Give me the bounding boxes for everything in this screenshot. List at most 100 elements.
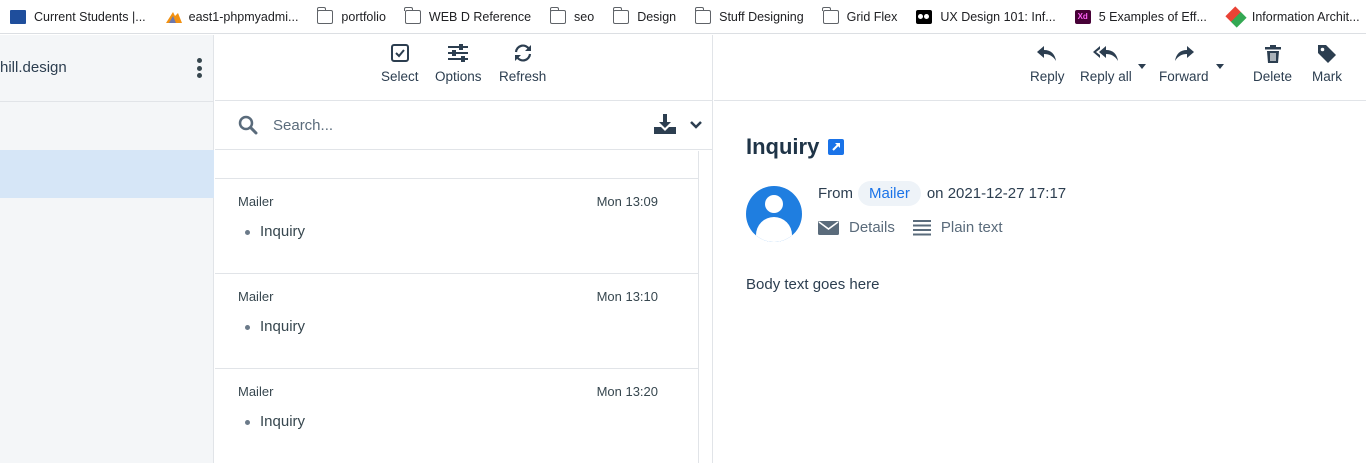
reply-all-label: Reply all: [1080, 69, 1132, 84]
message-time: Mon 13:20: [596, 384, 658, 399]
sender-name[interactable]: Mailer: [858, 181, 921, 206]
sidebar-item-selected[interactable]: [0, 150, 214, 198]
reply-icon: [1037, 46, 1057, 61]
bookmark-label: Design: [637, 9, 677, 24]
delete-label: Delete: [1253, 69, 1293, 84]
diamond-icon: [1225, 5, 1247, 28]
sender-avatar-icon: [746, 186, 802, 242]
bookmark-design[interactable]: Design: [612, 6, 677, 24]
forward-icon: [1174, 46, 1194, 61]
bookmark-phpmyadmin[interactable]: east1-phpmyadmi...: [165, 9, 299, 24]
bookmark-current-students[interactable]: Current Students |...: [10, 9, 146, 24]
message-subject: Inquiry: [260, 318, 306, 335]
bookmark-label: Grid Flex: [846, 9, 898, 24]
folder-icon: [694, 6, 712, 24]
message-list-panel: Select Options Refresh Mailer Mon 13:09 …: [215, 35, 713, 463]
bookmark-information-architecture[interactable]: Information Archit...: [1225, 5, 1360, 28]
checkbox-icon: [390, 44, 409, 62]
xd-icon: Xd: [1074, 9, 1091, 24]
kebab-menu-icon[interactable]: [196, 58, 202, 78]
bookmark-web-d-reference[interactable]: WEB D Reference: [404, 6, 531, 24]
bookmarks-bar: Current Students |... east1-phpmyadmi...…: [0, 0, 1366, 34]
chevron-down-icon[interactable]: [689, 120, 703, 130]
message-item[interactable]: Mailer Mon 13:20 Inquiry: [215, 369, 699, 463]
email-date: on 2021-12-27 17:17: [926, 185, 1067, 202]
divider: [0, 101, 214, 102]
message-time: Mon 13:09: [596, 194, 658, 209]
reply-all-icon: [1092, 46, 1118, 61]
select-button[interactable]: Select: [381, 43, 419, 84]
search-icon: [238, 115, 258, 135]
bookmark-ux-design-101[interactable]: UX Design 101: Inf...: [916, 9, 1056, 24]
reading-pane: Reply Reply all Forward Delete Mark Inqu…: [714, 35, 1366, 463]
search-bar: [215, 101, 713, 150]
message-list: Mailer Mon 13:09 Inquiry Mailer Mon 13:1…: [215, 151, 699, 463]
options-label: Options: [435, 69, 482, 84]
folder-icon: [612, 6, 630, 24]
message-time: Mon 13:10: [596, 289, 658, 304]
bookmark-5-examples[interactable]: Xd 5 Examples of Eff...: [1074, 9, 1207, 24]
tag-icon: [1318, 45, 1336, 63]
plain-text-link[interactable]: Plain text: [912, 218, 1003, 236]
email-header-actions: Details Plain text: [818, 218, 1021, 236]
delete-button[interactable]: Delete: [1253, 44, 1292, 84]
bullet-icon: [245, 325, 250, 330]
trash-icon: [1264, 45, 1281, 63]
bookmark-label: east1-phpmyadmi...: [188, 9, 299, 24]
mark-button[interactable]: Mark: [1312, 44, 1342, 84]
bookmark-grid-flex[interactable]: Grid Flex: [822, 6, 898, 24]
details-link[interactable]: Details: [818, 219, 895, 236]
text-lines-icon: [912, 220, 931, 236]
external-link-icon[interactable]: [828, 139, 845, 155]
bookmark-label: Stuff Designing: [719, 9, 804, 24]
message-from: Mailer: [238, 384, 274, 399]
refresh-button[interactable]: Refresh: [499, 43, 546, 84]
email-body: Body text goes here: [746, 276, 880, 293]
bookmark-label: UX Design 101: Inf...: [940, 9, 1056, 24]
message-from: Mailer: [238, 194, 274, 209]
email-subject-line: Inquiry: [746, 134, 845, 160]
from-prefix: From: [818, 185, 853, 202]
message-item[interactable]: Mailer Mon 13:10 Inquiry: [215, 274, 699, 369]
bullet-icon: [245, 230, 250, 235]
select-label: Select: [381, 69, 419, 84]
bookmark-label: portfolio: [341, 9, 386, 24]
message-subject: Inquiry: [260, 413, 306, 430]
details-label: Details: [849, 218, 895, 236]
sliders-icon: [448, 44, 469, 62]
forward-button[interactable]: Forward: [1159, 44, 1209, 84]
forward-dropdown-icon[interactable]: [1216, 64, 1224, 69]
folder-icon: [549, 6, 567, 24]
folder-icon: [404, 6, 421, 24]
message-item[interactable]: Mailer Mon 13:09 Inquiry: [215, 179, 699, 274]
envelope-icon: [818, 221, 839, 235]
sidebar: hill.design: [0, 35, 214, 463]
mark-label: Mark: [1312, 69, 1342, 84]
download-icon[interactable]: [653, 113, 677, 135]
bookmark-label: 5 Examples of Eff...: [1098, 9, 1207, 24]
refresh-label: Refresh: [499, 69, 547, 84]
medium-icon: [916, 9, 933, 24]
bullet-icon: [245, 420, 250, 425]
bookmark-label: seo: [574, 9, 595, 24]
bookmark-seo[interactable]: seo: [549, 6, 595, 24]
message-subject: Inquiry: [260, 223, 306, 240]
site-icon: [10, 9, 26, 24]
email-from-line: From Mailer on 2021-12-27 17:17: [818, 181, 1066, 206]
reply-all-dropdown-icon[interactable]: [1138, 64, 1146, 69]
forward-label: Forward: [1159, 69, 1209, 84]
email-subject: Inquiry: [746, 134, 820, 159]
bookmark-label: Information Archit...: [1251, 9, 1360, 24]
bookmark-portfolio[interactable]: portfolio: [316, 6, 386, 24]
options-button[interactable]: Options: [435, 43, 482, 84]
search-input[interactable]: [273, 113, 633, 137]
message-from: Mailer: [238, 289, 274, 304]
bookmark-label: Current Students |...: [34, 9, 146, 24]
folder-icon: [316, 6, 334, 24]
reader-toolbar: Reply Reply all Forward Delete Mark: [714, 35, 1366, 101]
reply-label: Reply: [1030, 69, 1065, 84]
reply-button[interactable]: Reply: [1030, 44, 1065, 84]
plain-text-label: Plain text: [940, 218, 1003, 236]
bookmark-stuff-designing[interactable]: Stuff Designing: [694, 6, 804, 24]
reply-all-button[interactable]: Reply all: [1080, 44, 1132, 84]
